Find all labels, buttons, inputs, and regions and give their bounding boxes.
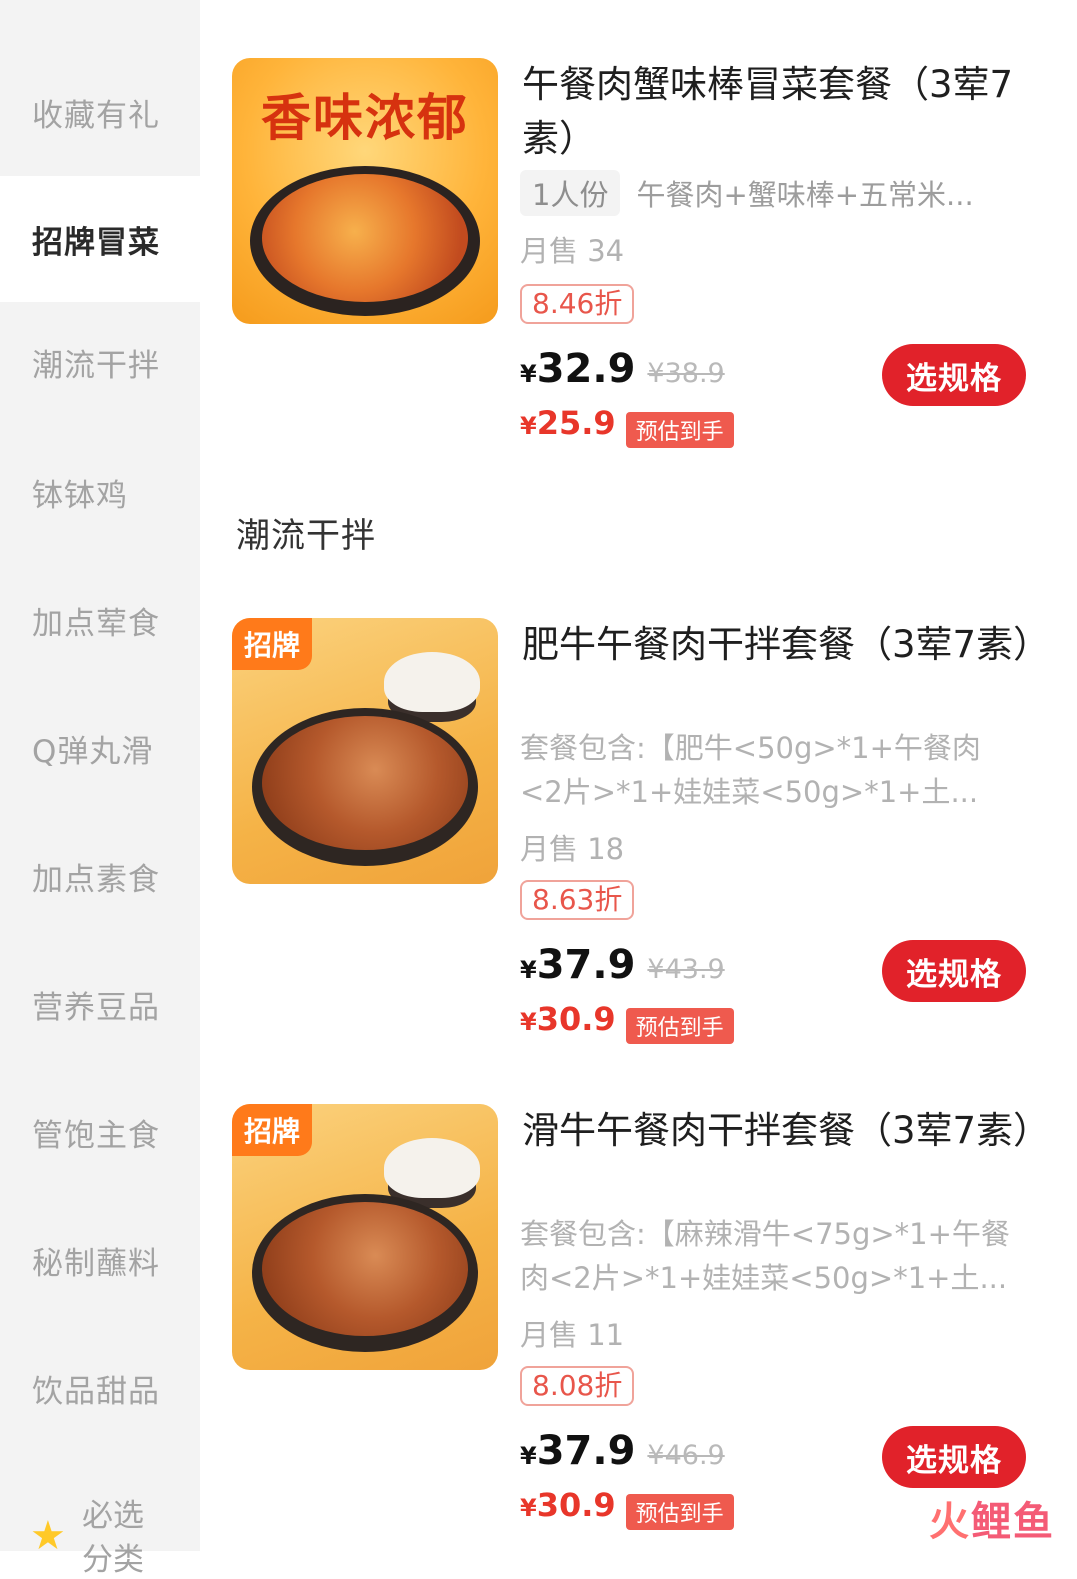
currency-symbol: ¥ (520, 1494, 537, 1522)
category-sidebar: 收藏有礼 招牌冒菜 潮流干拌 钵钵鸡 加点荤食 Q弹丸滑 加点素食 营养豆品 管… (0, 0, 200, 1578)
product-spec-text: 午餐肉+蟹味棒+五常米... (636, 178, 974, 212)
original-price: ¥38.9 (647, 358, 725, 389)
monthly-sales: 月售 11 (520, 1318, 625, 1352)
currency-symbol: ¥ (520, 412, 537, 440)
currency-symbol: ¥ (520, 1008, 537, 1036)
star-icon: ★ (30, 1513, 66, 1559)
signature-tag: 招牌 (232, 618, 313, 670)
estimated-badge: 预估到手 (625, 1493, 734, 1530)
original-price: ¥43.9 (647, 954, 725, 985)
sidebar-item-required[interactable]: ★ 必选 分类 (0, 1490, 200, 1578)
sidebar-item-drinks[interactable]: 饮品甜品 (0, 1328, 200, 1448)
estimated-badge: 预估到手 (625, 1007, 734, 1044)
discount-badge: 8.63折 (520, 880, 635, 920)
current-price: 32.9 (536, 346, 636, 392)
watermark-logo: 火鲤鱼 (929, 1499, 1055, 1545)
sidebar-item-favorites[interactable]: 收藏有礼 (0, 52, 200, 172)
price-row: ¥37.9 ¥46.9 (520, 1428, 725, 1474)
product-image[interactable]: 招牌 (232, 1104, 498, 1370)
sidebar-item-label: 饮品甜品 (32, 1373, 160, 1410)
sidebar-item-signature[interactable]: 招牌冒菜 (0, 176, 200, 302)
sidebar-item-label: 潮流干拌 (32, 347, 160, 384)
currency-symbol: ¥ (520, 360, 537, 388)
sidebar-item-staple[interactable]: 管饱主食 (0, 1072, 200, 1192)
signature-tag: 招牌 (232, 1104, 313, 1156)
currency-symbol: ¥ (520, 1442, 537, 1470)
sidebar-item-label: 加点素食 (32, 861, 160, 898)
current-price: 37.9 (536, 942, 636, 988)
sidebar-item-balls[interactable]: Q弹丸滑 (0, 688, 200, 808)
sidebar-item-bobo-chicken[interactable]: 钵钵鸡 (0, 432, 200, 552)
estimated-price: 25.9 (536, 404, 616, 442)
sidebar-item-label-2: 分类 (82, 1542, 144, 1578)
estimated-badge: 预估到手 (625, 411, 734, 448)
monthly-sales: 月售 18 (520, 832, 625, 866)
sidebar-item-label: 收藏有礼 (32, 97, 160, 134)
estimated-price: 30.9 (536, 1486, 616, 1524)
section-title: 潮流干拌 (236, 516, 376, 556)
product-spec: 1人份 午餐肉+蟹味棒+五常米... (520, 170, 974, 216)
discount-badge: 8.46折 (520, 284, 635, 324)
estimated-price-row: ¥30.9 预估到手 (520, 1486, 734, 1530)
product-image-slogan: 香味浓郁 (261, 89, 469, 147)
sidebar-item-sauce[interactable]: 秘制蘸料 (0, 1200, 200, 1320)
currency-symbol: ¥ (520, 956, 537, 984)
estimated-price-row: ¥30.9 预估到手 (520, 1000, 734, 1044)
estimated-price-row: ¥25.9 预估到手 (520, 404, 734, 448)
select-spec-button[interactable]: 选规格 (882, 1426, 1026, 1488)
sidebar-item-label: 钵钵鸡 (32, 477, 128, 514)
product-card[interactable]: 招牌 滑牛午餐肉干拌套餐（3荤7素） 套餐包含:【麻辣滑牛<75g>*1+午餐肉… (232, 1104, 1050, 1544)
original-price: ¥46.9 (647, 1440, 725, 1471)
product-title[interactable]: 肥牛午餐肉干拌套餐（3荤7素） (522, 618, 1050, 672)
sidebar-item-veg[interactable]: 加点素食 (0, 816, 200, 936)
product-title[interactable]: 午餐肉蟹味棒冒菜套餐（3荤7素） (522, 58, 1032, 166)
current-price: 37.9 (536, 1428, 636, 1474)
product-image[interactable]: 招牌 (232, 618, 498, 884)
sidebar-item-label: 管饱主食 (32, 1117, 160, 1154)
product-image[interactable]: 香味浓郁 (232, 58, 498, 324)
sidebar-item-meat[interactable]: 加点荤食 (0, 560, 200, 680)
sidebar-item-tofu[interactable]: 营养豆品 (0, 944, 200, 1064)
product-card[interactable]: 香味浓郁 午餐肉蟹味棒冒菜套餐（3荤7素） 1人份 午餐肉+蟹味棒+五常米... … (232, 58, 1042, 518)
sidebar-item-label: 营养豆品 (32, 989, 160, 1026)
sidebar-item-label: Q弹丸滑 (32, 733, 154, 770)
sidebar-item-dry-mix[interactable]: 潮流干拌 (0, 302, 200, 422)
product-title[interactable]: 滑牛午餐肉干拌套餐（3荤7素） (522, 1104, 1050, 1158)
portion-badge: 1人份 (520, 170, 621, 216)
price-row: ¥32.9 ¥38.9 (520, 346, 725, 392)
select-spec-button[interactable]: 选规格 (882, 344, 1026, 406)
select-spec-button[interactable]: 选规格 (882, 940, 1026, 1002)
sidebar-item-label: 加点荤食 (32, 605, 160, 642)
discount-badge: 8.08折 (520, 1366, 635, 1406)
sidebar-item-label: 秘制蘸料 (32, 1245, 160, 1282)
sidebar-item-label: 必选 (82, 1498, 144, 1534)
product-desc: 套餐包含:【肥牛<50g>*1+午餐肉<2片>*1+娃娃菜<50g>*1+土..… (520, 731, 981, 809)
sidebar-item-label: 招牌冒菜 (32, 224, 160, 261)
estimated-price: 30.9 (536, 1000, 616, 1038)
product-desc: 套餐包含:【麻辣滑牛<75g>*1+午餐肉<2片>*1+娃娃菜<50g>*1+土… (520, 1217, 1010, 1295)
price-row: ¥37.9 ¥43.9 (520, 942, 725, 988)
monthly-sales: 月售 34 (520, 234, 625, 268)
product-card[interactable]: 招牌 肥牛午餐肉干拌套餐（3荤7素） 套餐包含:【肥牛<50g>*1+午餐肉<2… (232, 618, 1050, 1078)
